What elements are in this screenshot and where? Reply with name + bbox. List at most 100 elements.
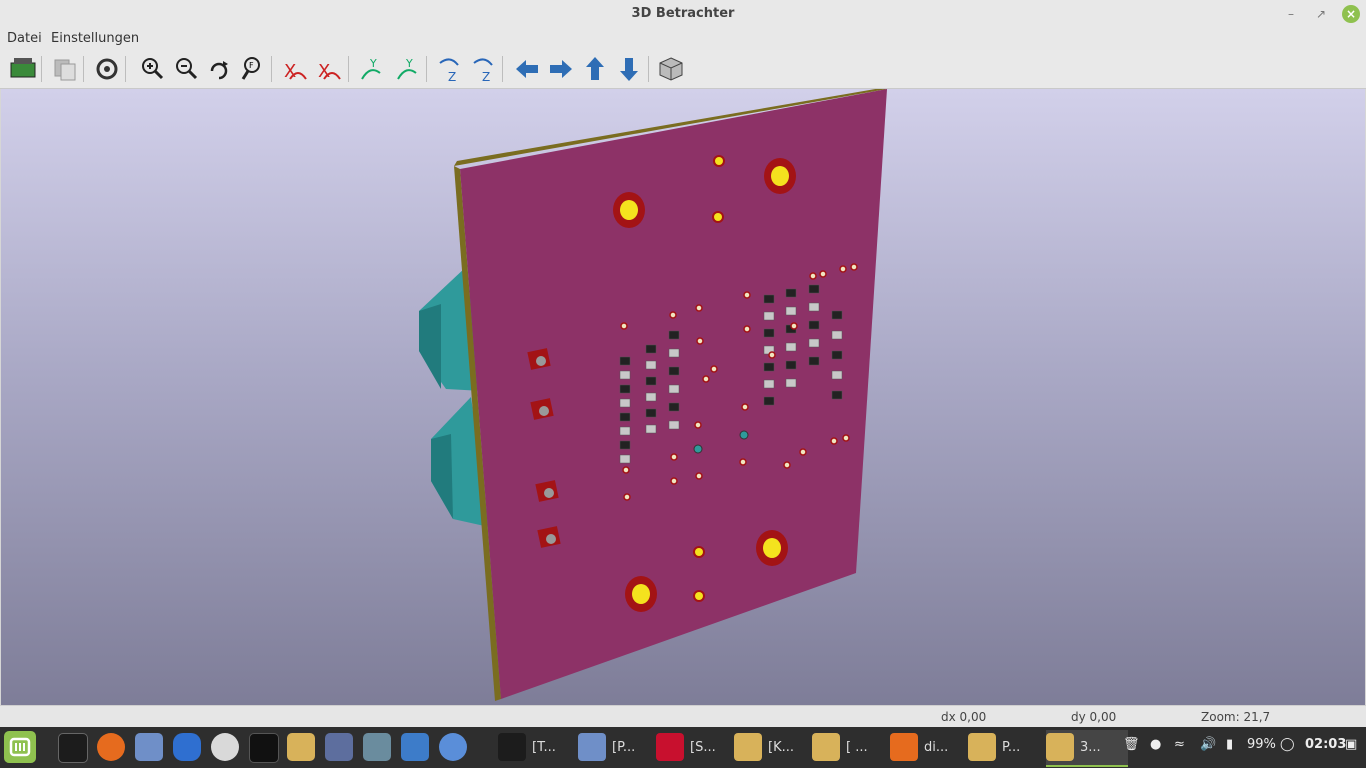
connector-pin xyxy=(539,406,549,416)
title-bar: 3D Betrachter – ↗ × xyxy=(0,0,1366,28)
connector-pin xyxy=(546,534,556,544)
smd-pad xyxy=(799,448,807,456)
rotate-y-ccw-icon[interactable]: Y xyxy=(392,53,422,85)
minimize-icon[interactable]: – xyxy=(1282,5,1300,23)
smd-component xyxy=(645,376,657,386)
smd-component xyxy=(831,390,843,400)
smd-component xyxy=(808,320,820,330)
kicad-launcher-icon[interactable] xyxy=(287,733,315,761)
smd-pad xyxy=(670,477,678,485)
start-menu-icon[interactable] xyxy=(4,731,36,763)
bluetooth-icon[interactable] xyxy=(173,733,201,761)
smd-pad xyxy=(696,337,704,345)
taskbar-window-label: [P... xyxy=(612,740,636,755)
taskbar-window-button[interactable]: di... xyxy=(890,730,962,765)
taskbar: [T... [P... [S... [K... [ ... di... P... 3... 🗑… xyxy=(0,727,1366,768)
smd-component xyxy=(831,350,843,360)
taskbar-window-button[interactable]: [S... xyxy=(656,730,728,765)
move-left-icon[interactable] xyxy=(512,53,542,85)
wifi-icon[interactable]: ≈ xyxy=(1174,737,1185,752)
via-pad xyxy=(695,548,703,556)
svg-text:Z: Z xyxy=(482,70,490,84)
rotate-y-cw-icon[interactable]: Y xyxy=(356,53,386,85)
smd-component xyxy=(668,384,680,394)
smd-pad xyxy=(670,453,678,461)
smd-pad xyxy=(620,322,628,330)
desktop-icon[interactable] xyxy=(363,733,391,761)
taskbar-window-button[interactable]: 3... xyxy=(1046,730,1128,767)
zoom-fit-icon[interactable]: F xyxy=(238,53,268,85)
smd-component xyxy=(785,288,797,298)
close-icon[interactable]: × xyxy=(1342,5,1360,23)
move-up-icon[interactable] xyxy=(580,53,610,85)
screenshot-app-icon[interactable] xyxy=(325,733,353,761)
mounting-hole-pad xyxy=(771,166,789,186)
browser-launcher-icon[interactable] xyxy=(439,733,467,761)
smd-component xyxy=(808,284,820,294)
smd-pad xyxy=(809,272,817,280)
camera-icon[interactable] xyxy=(401,733,429,761)
mounting-hole-pad xyxy=(763,538,781,558)
taskbar-window-button[interactable]: [K... xyxy=(734,730,806,765)
smd-component xyxy=(763,379,775,389)
zoom-in-icon[interactable] xyxy=(137,53,167,85)
terminal-launcher-icon[interactable] xyxy=(58,733,88,763)
smd-pad xyxy=(710,365,718,373)
svg-text:Z: Z xyxy=(448,70,456,84)
ortho-view-icon[interactable] xyxy=(656,53,686,85)
menu-einstellungen[interactable]: Einstellungen xyxy=(51,31,139,46)
settings-icon[interactable] xyxy=(92,53,122,85)
taskbar-window-button[interactable]: [P... xyxy=(578,730,650,765)
rotate-x-ccw-icon[interactable]: X xyxy=(314,53,344,85)
smd-component xyxy=(619,370,631,380)
taskbar-window-button[interactable]: P... xyxy=(968,730,1040,765)
clock: 02:03 xyxy=(1305,737,1347,752)
firefox-launcher-icon[interactable] xyxy=(97,733,125,761)
smd-component xyxy=(763,311,775,321)
status-dx: dx 0,00 xyxy=(941,710,987,724)
taskbar-window-button[interactable]: [ ... xyxy=(812,730,884,765)
maximize-icon[interactable]: ↗ xyxy=(1312,5,1330,23)
smd-pad xyxy=(819,270,827,278)
reload-board-icon[interactable] xyxy=(8,53,38,85)
update-shield-icon[interactable]: ◯ xyxy=(1280,737,1295,752)
toolbar: F XX Y Y Z Z xyxy=(0,50,1366,89)
zoom-out-icon[interactable] xyxy=(171,53,201,85)
redraw-icon[interactable] xyxy=(204,53,234,85)
system-monitor-icon[interactable] xyxy=(249,733,279,763)
battery-icon[interactable]: ▮ xyxy=(1226,737,1233,752)
mounting-hole-pad xyxy=(632,584,650,604)
menu-datei[interactable]: Datei xyxy=(7,31,42,46)
power-icon[interactable]: ▣ xyxy=(1345,737,1357,752)
smd-component xyxy=(808,302,820,312)
volume-icon[interactable]: 🔊 xyxy=(1200,737,1216,752)
chromium-launcher-icon[interactable] xyxy=(211,733,239,761)
move-down-icon[interactable] xyxy=(614,53,644,85)
move-right-icon[interactable] xyxy=(546,53,576,85)
smd-component xyxy=(645,408,657,418)
taskbar-window-label: [K... xyxy=(768,740,794,755)
copy-image-icon[interactable] xyxy=(50,53,80,85)
3d-viewport[interactable] xyxy=(1,89,1365,705)
smd-component xyxy=(668,348,680,358)
smd-component xyxy=(785,360,797,370)
battery-percent: 99% xyxy=(1247,737,1276,752)
via-pad xyxy=(715,157,723,165)
rotate-x-cw-icon[interactable]: X xyxy=(280,53,310,85)
window-title: 3D Betrachter xyxy=(631,6,735,21)
kicad-icon xyxy=(1046,733,1074,761)
smd-pad xyxy=(850,263,858,271)
rotate-z-ccw-icon[interactable]: Z xyxy=(468,53,498,85)
status-bar: dx 0,00 dy 0,00 Zoom: 21,7 xyxy=(0,705,1366,728)
mail-launcher-icon[interactable] xyxy=(135,733,163,761)
trash-icon[interactable]: 🗑 xyxy=(1123,737,1140,752)
smd-component xyxy=(619,440,631,450)
user-icon[interactable]: ● xyxy=(1150,737,1161,752)
smd-component xyxy=(668,366,680,376)
smd-pad xyxy=(702,375,710,383)
pcb-3d-render xyxy=(419,89,887,701)
smd-pad xyxy=(622,466,630,474)
rotate-z-cw-icon[interactable]: Z xyxy=(434,53,464,85)
smd-component xyxy=(619,412,631,422)
taskbar-window-button[interactable]: [T... xyxy=(498,730,570,765)
